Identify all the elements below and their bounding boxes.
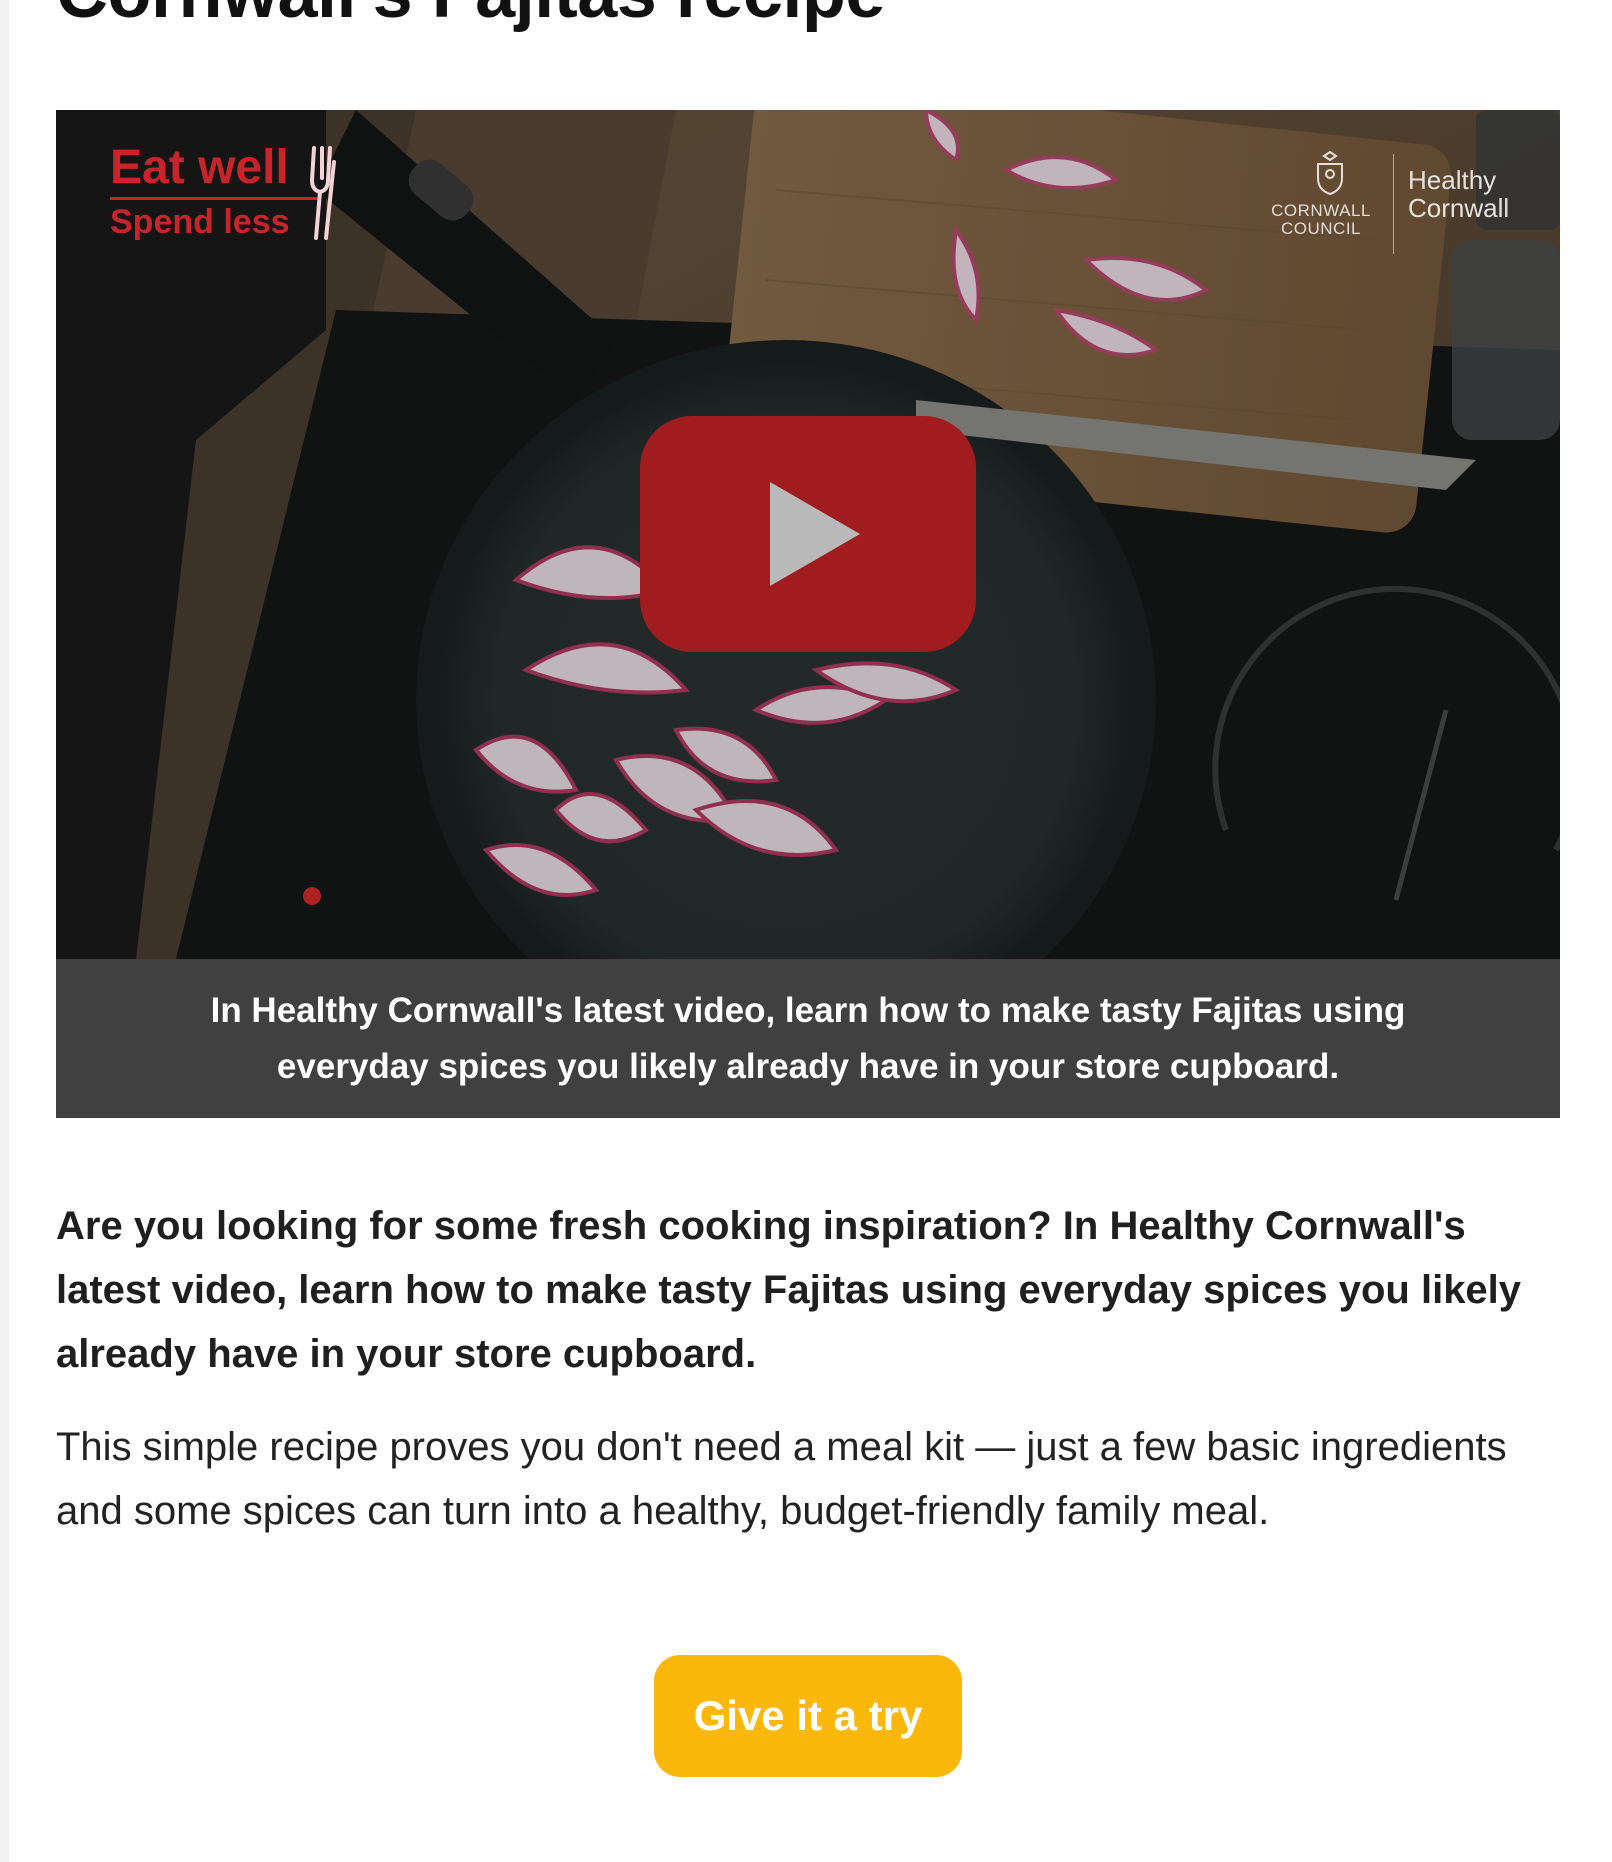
brand-spend-less: Spend less (110, 203, 290, 241)
brand-eat-well: Eat well (110, 141, 289, 194)
play-icon (770, 482, 860, 586)
give-it-a-try-button[interactable]: Give it a try (654, 1655, 962, 1777)
brand-underline (110, 197, 320, 200)
lead-paragraph: Are you looking for some fresh cooking i… (56, 1204, 1522, 1376)
video-card: Eat well Spend less CORNWALL COUNCIL Hea… (56, 110, 1560, 1118)
page-title: Cornwall's Fajitas recipe (56, 0, 885, 38)
body-paragraph: This simple recipe proves you don't need… (56, 1425, 1507, 1533)
council-name: CORNWALL COUNCIL (1271, 201, 1371, 238)
healthy-cornwall-logo-text: Healthy Cornwall (1408, 165, 1510, 223)
page-edge (0, 0, 9, 1862)
video-caption-bar: In Healthy Cornwall's latest video, lear… (56, 959, 1560, 1118)
video-thumbnail[interactable]: Eat well Spend less CORNWALL COUNCIL Hea… (56, 110, 1560, 959)
logo-divider (1393, 154, 1394, 254)
fork-icon (309, 146, 336, 240)
play-button[interactable] (640, 416, 976, 652)
video-caption: In Healthy Cornwall's latest video, lear… (210, 990, 1406, 1086)
